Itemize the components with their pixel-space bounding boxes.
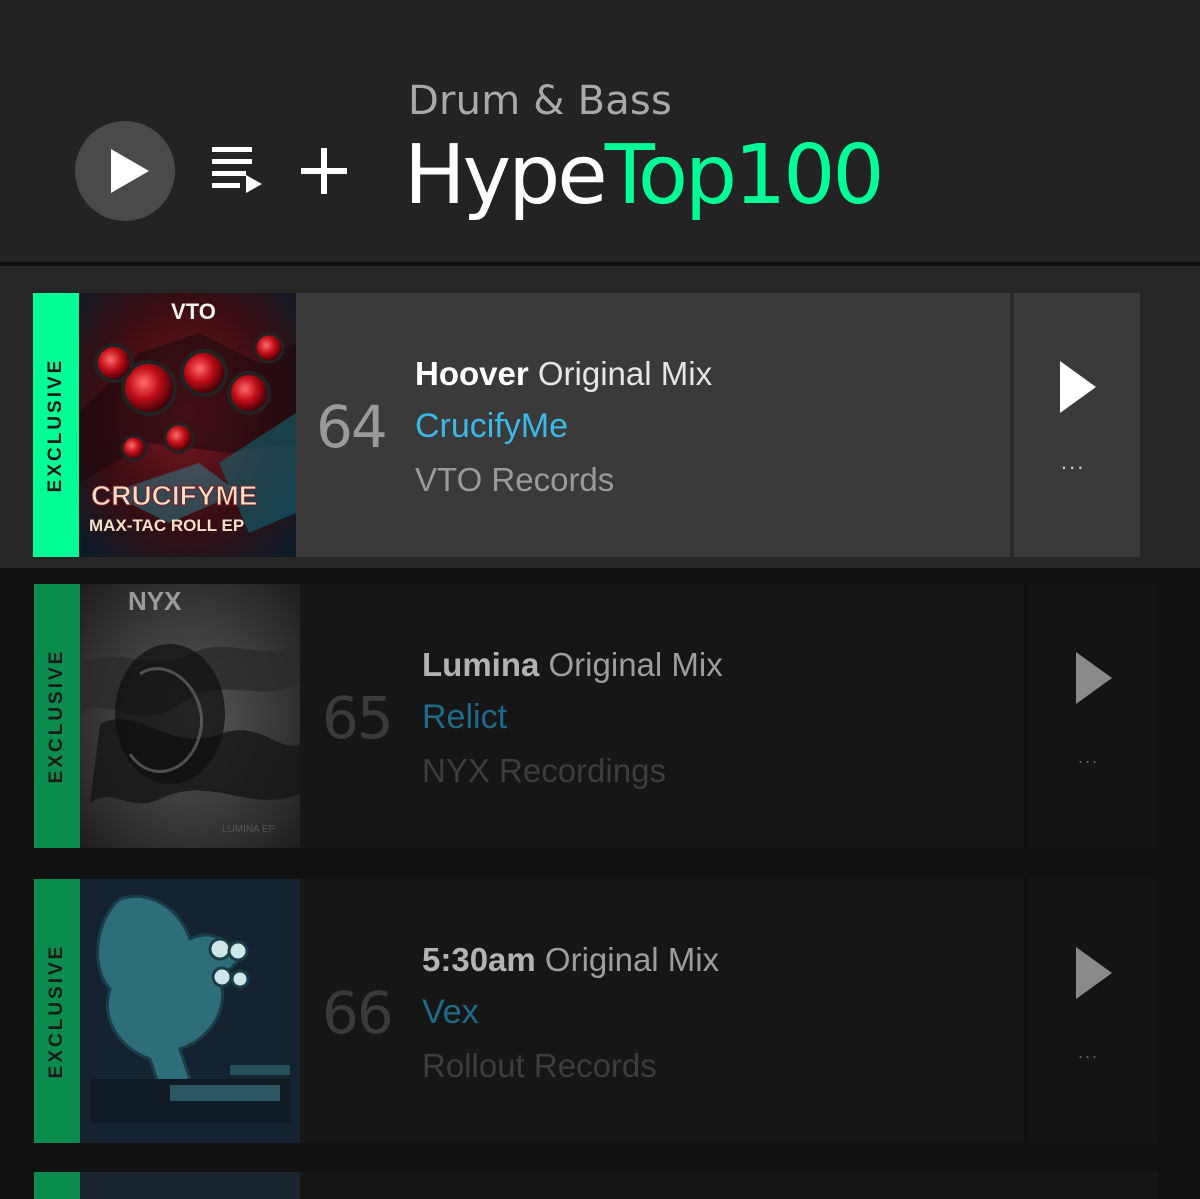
play-icon (111, 149, 149, 193)
artwork-ep-text: MAX-TAC ROLL EP (89, 516, 244, 535)
track-title[interactable]: 5:30am Original Mix (422, 941, 719, 979)
track-actions: ... (1024, 584, 1158, 848)
track-artist[interactable]: CrucifyMe (415, 407, 568, 446)
chart-rank: 66 (322, 979, 394, 1047)
chart-title-hype: Hype (404, 128, 608, 223)
chart-title-top100: Top100 (604, 128, 885, 223)
album-artwork[interactable]: NYX LUMINA EP (80, 584, 300, 848)
plus-icon[interactable] (301, 148, 347, 194)
track-actions: ... (1024, 879, 1158, 1143)
track-label[interactable]: Rollout Records (422, 1047, 657, 1085)
exclusive-badge (34, 1172, 80, 1199)
artwork-label-text: VTO (171, 299, 216, 324)
track-title[interactable]: Hoover Original Mix (415, 355, 712, 393)
more-options-button[interactable]: ... (1078, 748, 1099, 766)
chart-rank: 65 (322, 684, 394, 752)
album-artwork[interactable] (80, 879, 300, 1143)
genre-subtitle: Drum & Bass (408, 78, 673, 124)
chart-header: Drum & Bass HypeTop100 (0, 0, 1200, 262)
track-label[interactable]: VTO Records (415, 461, 614, 499)
play-all-button[interactable] (75, 121, 175, 221)
chart-title: HypeTop100 (404, 128, 885, 224)
track-actions: ... (1010, 293, 1140, 557)
more-options-button[interactable]: ... (1078, 1043, 1099, 1061)
track-row[interactable]: EXCLUSIVE 66 5:30am Original Mix Vex Rol… (34, 879, 1158, 1143)
add-to-queue-icon[interactable] (212, 147, 264, 195)
track-name: Lumina (422, 646, 540, 683)
artwork-artist-text: CRUCIFYME (91, 480, 257, 511)
track-row[interactable] (34, 1172, 1158, 1199)
artwork-label-text: NYX (128, 586, 182, 616)
track-mix: Original Mix (537, 355, 713, 392)
play-track-button[interactable] (1074, 945, 1114, 1001)
track-label[interactable]: NYX Recordings (422, 752, 666, 790)
track-title[interactable]: Lumina Original Mix (422, 646, 723, 684)
play-track-button[interactable] (1074, 650, 1114, 706)
track-row[interactable]: EXCLUSIVE VTO CRUCIFYME MAX-TAC ROLL EP … (33, 293, 1140, 557)
track-mix: Original Mix (548, 646, 723, 683)
artwork-ep-text: LUMINA EP (222, 824, 276, 835)
track-artist[interactable]: Vex (422, 993, 479, 1032)
chart-rank: 64 (316, 393, 388, 461)
track-row[interactable]: EXCLUSIVE NYX LUMINA EP 65 Lumina Origin… (34, 584, 1158, 848)
exclusive-badge: EXCLUSIVE (34, 584, 80, 848)
track-name: Hoover (415, 355, 529, 392)
exclusive-badge: EXCLUSIVE (34, 879, 80, 1143)
track-artist[interactable]: Relict (422, 698, 507, 737)
play-track-button[interactable] (1058, 359, 1098, 415)
track-name: 5:30am (422, 941, 536, 978)
album-artwork[interactable]: VTO CRUCIFYME MAX-TAC ROLL EP (79, 293, 296, 557)
track-mix: Original Mix (544, 941, 720, 978)
more-options-button[interactable]: ... (1061, 451, 1085, 473)
album-artwork[interactable] (80, 1172, 300, 1199)
exclusive-badge: EXCLUSIVE (33, 293, 79, 557)
